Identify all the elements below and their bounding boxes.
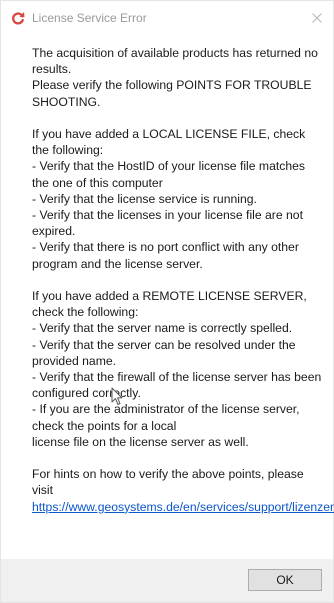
support-hint-text: For hints on how to verify the above poi… bbox=[32, 467, 304, 498]
license-error-dialog: License Service Error The acquisition of… bbox=[0, 0, 334, 603]
remote-check-item: - Verify that the server can be resolved… bbox=[32, 337, 296, 368]
local-license-heading: If you have added a LOCAL LICENSE FILE, … bbox=[32, 127, 306, 158]
title-bar: License Service Error bbox=[1, 1, 333, 35]
local-check-item: - Verify that the licenses in your licen… bbox=[32, 208, 303, 239]
dialog-title: License Service Error bbox=[32, 11, 147, 25]
support-link[interactable]: https://www.geosystems.de/en/services/su… bbox=[32, 500, 334, 514]
error-message: The acquisition of available products ha… bbox=[32, 45, 334, 515]
remote-check-item: - If you are the administrator of the li… bbox=[32, 402, 300, 433]
remote-check-item: - Verify that the server name is correct… bbox=[32, 321, 293, 336]
remote-license-heading: If you have added a REMOTE LICENSE SERVE… bbox=[32, 289, 307, 320]
remote-check-item: license file on the license server as we… bbox=[32, 434, 249, 449]
local-check-item: - Verify that there is no port conflict … bbox=[32, 240, 299, 271]
refresh-arrow-icon bbox=[12, 12, 25, 25]
button-bar: OK bbox=[1, 559, 333, 602]
intro-instruction: Please verify the following POINTS FOR T… bbox=[32, 78, 312, 109]
local-check-item: - Verify that the HostID of your license… bbox=[32, 159, 305, 190]
support-hint: For hints on how to verify the above poi… bbox=[32, 466, 334, 515]
remote-check-item: - Verify that the firewall of the licens… bbox=[32, 370, 322, 401]
intro-text: The acquisition of available products ha… bbox=[32, 46, 318, 77]
ok-button[interactable]: OK bbox=[248, 569, 322, 591]
close-icon[interactable] bbox=[309, 10, 325, 26]
local-check-item: - Verify that the license service is run… bbox=[32, 191, 257, 206]
